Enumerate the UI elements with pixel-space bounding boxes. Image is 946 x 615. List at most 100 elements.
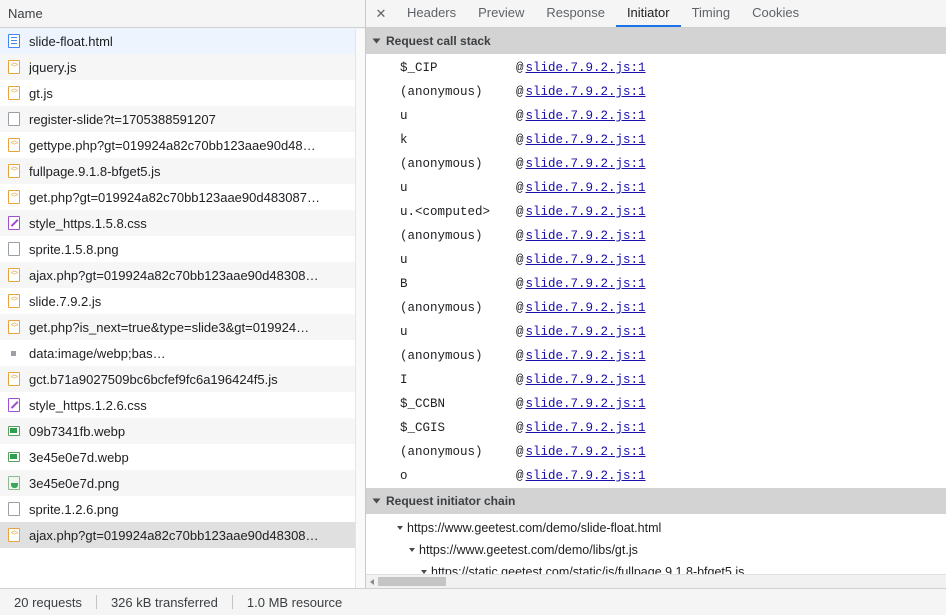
frame-source-link[interactable]: slide.7.9.2.js:1 [526,373,646,387]
png-file-icon [8,475,22,491]
frame-source-link[interactable]: slide.7.9.2.js:1 [526,301,646,315]
request-list-vertical-scrollbar[interactable] [355,29,365,588]
frame-source-link[interactable]: slide.7.9.2.js:1 [526,325,646,339]
detail-horizontal-scrollbar[interactable] [366,574,946,588]
collapse-triangle-icon[interactable] [409,548,415,552]
request-list-item[interactable]: sprite.1.2.6.png [0,496,365,522]
frame-function-name: u [400,253,408,267]
frame-source-link[interactable]: slide.7.9.2.js:1 [526,349,646,363]
frame-function-name: $_CIP [400,61,438,75]
request-call-stack-title: Request call stack [386,34,491,48]
column-header-name[interactable]: Name [0,0,365,28]
call-stack-frame: (anonymous) @ slide.7.9.2.js:1 [366,152,946,176]
frame-at-symbol: @ [516,421,524,435]
request-list-item[interactable]: gt.js [0,80,365,106]
js-file-icon [8,163,22,179]
request-call-stack-header[interactable]: Request call stack [366,28,946,54]
tab-response[interactable]: Response [535,0,616,27]
detail-tabbar: ✕ Headers Preview Response Initiator Timing C… [366,0,946,28]
request-list-item[interactable]: register-slide?t=1705388591207 [0,106,365,132]
call-stack-frame: u @ slide.7.9.2.js:1 [366,176,946,200]
request-list-item[interactable]: sprite.1.5.8.png [0,236,365,262]
request-name: fullpage.9.1.8-bfget5.js [29,163,161,179]
frame-function-name: (anonymous) [400,349,483,363]
frame-source-link[interactable]: slide.7.9.2.js:1 [526,253,646,267]
request-name: slide.7.9.2.js [29,293,102,309]
request-list-item[interactable]: gettype.php?gt=019924a82c70bb123aae90d48… [0,132,365,158]
frame-source-link[interactable]: slide.7.9.2.js:1 [526,157,646,171]
request-list-item[interactable]: get.php?gt=019924a82c70bb123aae90d483087… [0,184,365,210]
call-stack-frame: k @ slide.7.9.2.js:1 [366,128,946,152]
js-file-icon [8,527,22,543]
request-list-item[interactable]: fullpage.9.1.8-bfget5.js [0,158,365,184]
js-file-icon [8,85,22,101]
request-list-item[interactable]: get.php?is_next=true&type=slide3&gt=0199… [0,314,365,340]
collapse-triangle-icon[interactable] [397,526,403,530]
column-header-label: Name [8,6,43,21]
frame-source-link[interactable]: slide.7.9.2.js:1 [526,85,646,99]
tab-headers[interactable]: Headers [396,0,467,27]
request-list-item[interactable]: jquery.js [0,54,365,80]
frame-source-link[interactable]: slide.7.9.2.js:1 [526,181,646,195]
request-list-item[interactable]: 3e45e0e7d.png [0,470,365,496]
frame-function-name: u.<computed> [400,205,491,219]
frame-source-link[interactable]: slide.7.9.2.js:1 [526,421,646,435]
request-initiator-chain-header[interactable]: Request initiator chain [366,488,946,514]
request-list[interactable]: slide-float.html jquery.js gt.js register-s… [0,28,365,588]
frame-source-link[interactable]: slide.7.9.2.js:1 [526,469,646,483]
css-file-icon [8,397,22,413]
frame-source-link[interactable]: slide.7.9.2.js:1 [526,61,646,75]
call-stack-frame: B @ slide.7.9.2.js:1 [366,272,946,296]
request-list-item[interactable]: ajax.php?gt=019924a82c70bb123aae90d48308… [0,522,365,548]
js-file-icon [8,137,22,153]
plain-file-icon [8,241,22,257]
detail-tabs: Headers Preview Response Initiator Timing Coo… [396,0,810,27]
request-list-item[interactable]: ajax.php?gt=019924a82c70bb123aae90d48308… [0,262,365,288]
call-stack-frame: o @ slide.7.9.2.js:1 [366,464,946,488]
frame-function-name: o [400,469,408,483]
horizontal-scrollbar-thumb[interactable] [378,577,446,586]
frame-function-name: $_CGIS [400,421,446,435]
frame-at-symbol: @ [516,301,524,315]
call-stack-frames: $_CIP @ slide.7.9.2.js:1 (anonymous) @ slide.… [366,54,946,488]
request-list-item[interactable]: slide-float.html [0,28,365,54]
frame-source-link[interactable]: slide.7.9.2.js:1 [526,133,646,147]
request-list-item[interactable]: 3e45e0e7d.webp [0,444,365,470]
request-list-item[interactable]: style_https.1.5.8.css [0,210,365,236]
call-stack-frame: $_CGIS @ slide.7.9.2.js:1 [366,416,946,440]
scroll-left-arrow-icon[interactable] [366,579,378,585]
request-name: 3e45e0e7d.png [29,475,120,491]
initiator-url: https://www.geetest.com/demo/libs/gt.js [419,543,638,557]
status-bar: 20 requests 326 kB transferred 1.0 MB re… [0,588,946,615]
frame-source-link[interactable]: slide.7.9.2.js:1 [526,109,646,123]
tab-timing[interactable]: Timing [681,0,742,27]
frame-function-name: (anonymous) [400,445,483,459]
tab-cookies[interactable]: Cookies [741,0,810,27]
request-name: ajax.php?gt=019924a82c70bb123aae90d48308… [29,527,319,543]
tab-preview[interactable]: Preview [467,0,535,27]
js-file-icon [8,59,22,75]
frame-source-link[interactable]: slide.7.9.2.js:1 [526,397,646,411]
close-icon[interactable]: ✕ [366,0,396,27]
request-name: gt.js [29,85,53,101]
call-stack-frame: u @ slide.7.9.2.js:1 [366,248,946,272]
frame-source-link[interactable]: slide.7.9.2.js:1 [526,229,646,243]
frame-source-link[interactable]: slide.7.9.2.js:1 [526,445,646,459]
js-file-icon [8,267,22,283]
initiator-chain-node[interactable]: https://www.geetest.com/demo/libs/gt.js [366,539,946,561]
frame-source-link[interactable]: slide.7.9.2.js:1 [526,205,646,219]
frame-at-symbol: @ [516,109,524,123]
request-name: gct.b71a9027509bc6bcfef9fc6a196424f5.js [29,371,278,387]
request-list-pane: Name slide-float.html jquery.js gt.js regis… [0,0,366,588]
devtools-network-panel: Name slide-float.html jquery.js gt.js regis… [0,0,946,615]
tab-initiator[interactable]: Initiator [615,0,681,27]
request-list-item[interactable]: 09b7341fb.webp [0,418,365,444]
frame-source-link[interactable]: slide.7.9.2.js:1 [526,277,646,291]
initiator-chain-node[interactable]: https://www.geetest.com/demo/slide-float… [366,517,946,539]
status-resource-size: 1.0 MB resource [246,594,343,610]
request-list-item[interactable]: slide.7.9.2.js [0,288,365,314]
call-stack-frame: (anonymous) @ slide.7.9.2.js:1 [366,224,946,248]
request-list-item[interactable]: data:image/webp;bas… [0,340,365,366]
request-list-item[interactable]: style_https.1.2.6.css [0,392,365,418]
request-list-item[interactable]: gct.b71a9027509bc6bcfef9fc6a196424f5.js [0,366,365,392]
